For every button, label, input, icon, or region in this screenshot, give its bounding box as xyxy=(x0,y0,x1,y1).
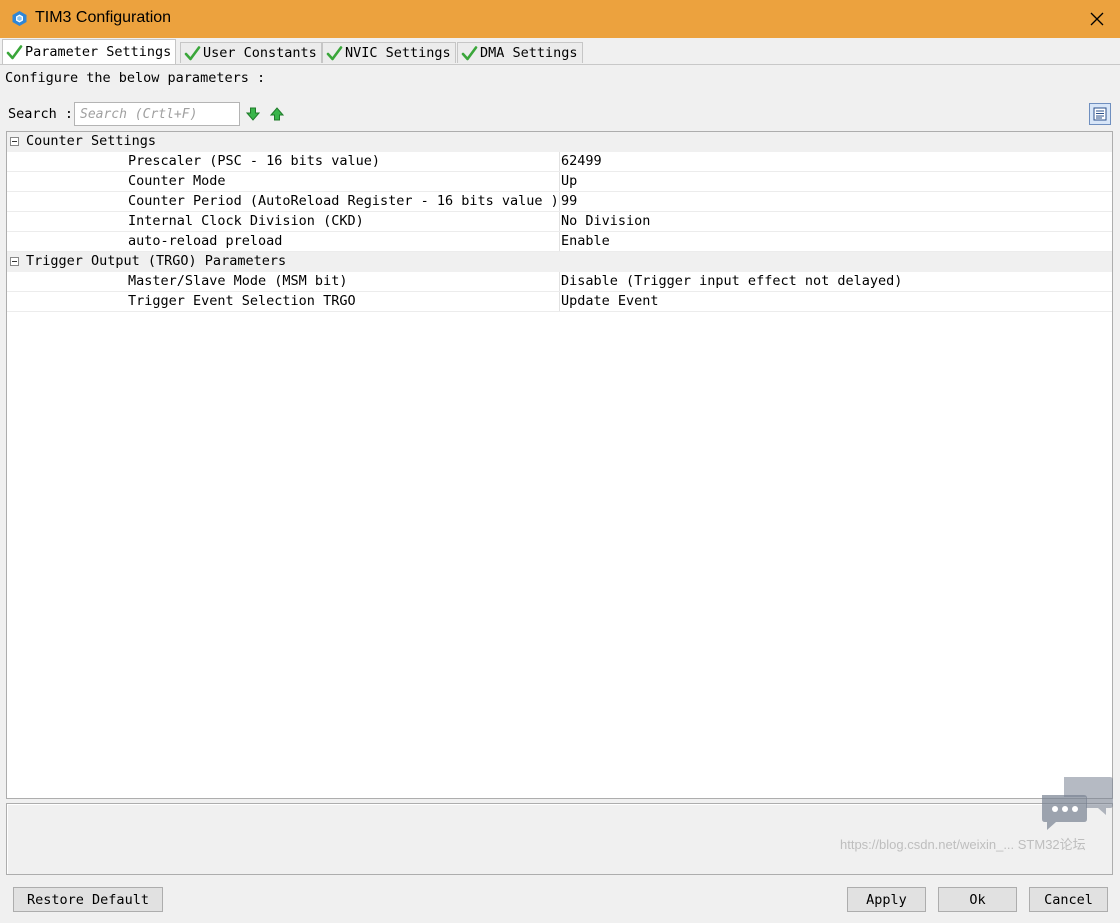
param-value[interactable]: Disable (Trigger input effect not delaye… xyxy=(559,272,1112,291)
restore-default-button[interactable]: Restore Default xyxy=(13,887,163,912)
search-input[interactable] xyxy=(74,102,240,126)
tab-parameter-settings[interactable]: Parameter Settings xyxy=(2,39,177,64)
param-value[interactable]: Up xyxy=(559,172,1112,191)
param-row-auto-reload-preload[interactable]: auto-reload preload Enable xyxy=(7,232,1112,252)
ok-button[interactable]: Ok xyxy=(938,887,1017,912)
group-row-trigger-output[interactable]: Trigger Output (TRGO) Parameters xyxy=(7,252,1112,272)
param-name: Master/Slave Mode (MSM bit) xyxy=(128,273,348,289)
param-value[interactable]: Update Event xyxy=(559,292,1112,311)
close-icon xyxy=(1090,12,1104,26)
param-value[interactable]: Enable xyxy=(559,232,1112,251)
param-value[interactable]: 99 xyxy=(559,192,1112,211)
tab-user-constants[interactable]: User Constants xyxy=(180,42,322,63)
tab-bar: Parameter Settings User Constants NVIC S… xyxy=(0,38,1120,65)
forum-chat-watermark-icon xyxy=(1042,777,1113,830)
group-name: Counter Settings xyxy=(26,133,157,149)
param-name: Trigger Event Selection TRGO xyxy=(128,293,356,309)
tab-label: NVIC Settings xyxy=(345,45,451,61)
search-label: Search : xyxy=(8,106,74,122)
param-row-clock-division[interactable]: Internal Clock Division (CKD) No Divisio… xyxy=(7,212,1112,232)
param-name: Internal Clock Division (CKD) xyxy=(128,213,364,229)
green-check-icon xyxy=(461,45,478,60)
arrow-up-icon[interactable] xyxy=(270,107,284,121)
param-name: Counter Mode xyxy=(128,173,226,189)
param-row-prescaler[interactable]: Prescaler (PSC - 16 bits value) 62499 xyxy=(7,152,1112,172)
parameter-tree: Counter Settings Prescaler (PSC - 16 bit… xyxy=(6,131,1113,799)
collapse-icon[interactable] xyxy=(10,137,19,146)
group-row-counter-settings[interactable]: Counter Settings xyxy=(7,132,1112,152)
param-name: Counter Period (AutoReload Register - 16… xyxy=(128,193,556,209)
arrow-down-icon[interactable] xyxy=(246,107,260,121)
param-name: Prescaler (PSC - 16 bits value) xyxy=(128,153,380,169)
tab-label: DMA Settings xyxy=(480,45,578,61)
green-check-icon xyxy=(6,44,23,59)
green-check-icon xyxy=(326,45,343,60)
view-toggle-button[interactable] xyxy=(1089,103,1111,125)
apply-button[interactable]: Apply xyxy=(847,887,926,912)
watermark-text: https://blog.csdn.net/weixin_... STM32论坛 xyxy=(840,837,1086,852)
parameter-settings-panel: Configure the below parameters : Search … xyxy=(0,64,1120,923)
param-value[interactable]: No Division xyxy=(559,212,1112,231)
title-bar: TIM3 Configuration xyxy=(0,0,1120,38)
cube-app-icon xyxy=(12,11,27,26)
cancel-button[interactable]: Cancel xyxy=(1029,887,1108,912)
param-name: auto-reload preload xyxy=(128,233,283,249)
window-title: TIM3 Configuration xyxy=(35,9,172,26)
instructions-text: Configure the below parameters : xyxy=(5,70,266,86)
tab-dma-settings[interactable]: DMA Settings xyxy=(457,42,583,63)
tab-label: Parameter Settings xyxy=(25,44,172,60)
param-row-master-slave-mode[interactable]: Master/Slave Mode (MSM bit) Disable (Tri… xyxy=(7,272,1112,292)
param-value[interactable]: 62499 xyxy=(559,152,1112,171)
collapse-icon[interactable] xyxy=(10,257,19,266)
tab-nvic-settings[interactable]: NVIC Settings xyxy=(322,42,456,63)
close-button[interactable] xyxy=(1074,0,1120,38)
group-name: Trigger Output (TRGO) Parameters xyxy=(26,253,287,269)
param-row-counter-mode[interactable]: Counter Mode Up xyxy=(7,172,1112,192)
tab-label: User Constants xyxy=(203,45,317,61)
param-row-counter-period[interactable]: Counter Period (AutoReload Register - 16… xyxy=(7,192,1112,212)
green-check-icon xyxy=(184,45,201,60)
param-row-trigger-event-selection[interactable]: Trigger Event Selection TRGO Update Even… xyxy=(7,292,1112,312)
view-toggle-icon xyxy=(1093,107,1107,121)
